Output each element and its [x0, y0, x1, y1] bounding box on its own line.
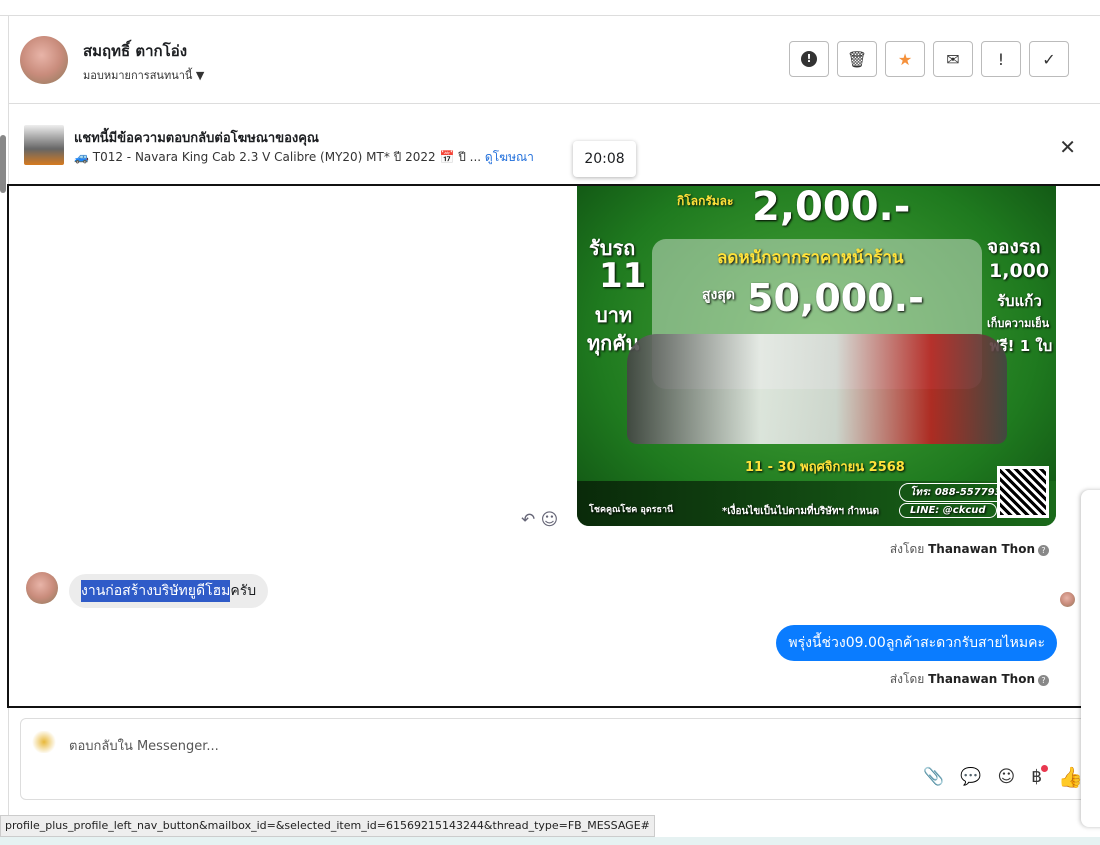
status-bar-url: profile_plus_profile_left_nav_button&mai…: [0, 815, 655, 837]
alert-circle-icon: !: [801, 51, 817, 67]
envelope-icon: ✉: [946, 49, 960, 69]
help-icon[interactable]: ?: [1038, 545, 1049, 556]
contact-avatar: [26, 572, 58, 604]
incoming-message: งานก่อสร้างบริษัทยูดีโฮม ครับ: [69, 574, 269, 608]
reply-composer[interactable]: ตอบกลับใน Messenger... 📎 💬 ☺ ฿ 👍: [20, 718, 1100, 800]
ad-text: รับแก้ว: [997, 292, 1042, 310]
ad-text: สูงสุด: [702, 287, 736, 303]
star-icon: ★: [897, 49, 913, 69]
ad-text: เก็บความเย็น: [987, 317, 1050, 330]
outgoing-message: พรุ่งนี้ช่วง09.00ลูกค้าสะดวกรับสายไหมคะ: [776, 625, 1057, 661]
side-panel: [1081, 490, 1100, 827]
ad-banner-title: แชทนี้มีข้อความตอบกลับต่อโฆษณาของคุณ: [74, 131, 319, 146]
close-icon[interactable]: ✕: [1059, 135, 1076, 159]
reply-icon[interactable]: ↶: [521, 510, 535, 530]
sent-by-label: ส่งโดย Thanawan Thon?: [890, 540, 1049, 559]
saved-replies-icon[interactable]: 💬: [960, 767, 981, 787]
help-icon[interactable]: ?: [1038, 675, 1049, 686]
qr-code: [997, 466, 1049, 518]
contact-name[interactable]: สมฤทธิ์ ตากโอ่ง: [83, 39, 187, 63]
exclamation-icon: !: [997, 49, 1005, 69]
ad-text: LINE: @ckcud: [899, 503, 997, 518]
message-thread: กิโลกรัมละ 2,000.- รับรถ 11 บาท ทุกคัน ล…: [7, 184, 1100, 708]
ad-text: จองรถ: [987, 236, 1041, 258]
thumbs-up-icon[interactable]: 👍: [1058, 765, 1083, 789]
view-ad-link[interactable]: ดูโฆษณา: [485, 150, 534, 164]
ad-text: *เงื่อนไขเป็นไปตามที่บริษัทฯ กำหนด: [722, 506, 880, 517]
ad-text: 2,000.-: [752, 184, 911, 230]
sent-by-label: ส่งโดย Thanawan Thon?: [890, 670, 1049, 689]
assign-label: มอบหมายการสนทนานี้: [83, 69, 193, 82]
emoji-icon[interactable]: ☺: [998, 767, 1016, 787]
scrollbar-thumb[interactable]: [0, 135, 6, 193]
ad-image-message[interactable]: กิโลกรัมละ 2,000.- รับรถ 11 บาท ทุกคัน ล…: [577, 184, 1056, 526]
ad-text: ลดหนักจากราคาหน้าร้าน: [717, 248, 904, 268]
emoji-react-icon[interactable]: ☺: [541, 510, 559, 530]
bottom-strip: [0, 837, 1100, 845]
ad-subtitle-text: 🚙 T012 - Navara King Cab 2.3 V Calibre (…: [74, 150, 482, 164]
ad-text: โชคคูณโชค อุดรธานี: [589, 505, 674, 515]
message-text: ครับ: [230, 583, 257, 599]
ad-text: 11: [599, 256, 647, 296]
ad-banner-subtitle: 🚙 T012 - Navara King Cab 2.3 V Calibre (…: [74, 148, 534, 167]
sent-by-prefix: ส่งโดย: [889, 542, 925, 556]
sent-by-prefix: ส่งโดย: [889, 672, 925, 686]
caret-down-icon: ▼: [195, 69, 205, 82]
reply-input[interactable]: ตอบกลับใน Messenger...: [69, 735, 219, 756]
sender-name: Thanawan Thon: [928, 542, 1035, 556]
assign-dropdown[interactable]: มอบหมายการสนทนานี้ ▼: [83, 66, 204, 84]
read-receipt-avatar: [1060, 592, 1075, 607]
sender-name: Thanawan Thon: [928, 672, 1035, 686]
ad-text: 50,000.-: [747, 276, 924, 320]
delete-button[interactable]: 🗑: [837, 41, 877, 77]
ad-text: 1,000: [989, 260, 1050, 282]
ad-reply-banner: แชทนี้มีข้อความตอบกลับต่อโฆษณาของคุณ 🚙 T…: [9, 105, 1100, 183]
cars-photo: [627, 334, 1007, 444]
page-logo: [31, 731, 57, 753]
spam-button[interactable]: !: [789, 41, 829, 77]
ad-thumbnail: [24, 125, 64, 165]
ad-text: 11 - 30 พฤศจิกายน 2568: [745, 460, 905, 475]
follow-up-button[interactable]: !: [981, 41, 1021, 77]
star-button[interactable]: ★: [885, 41, 925, 77]
selected-text: งานก่อสร้างบริษัทยูดีโฮม: [81, 580, 231, 602]
timestamp-tooltip: 20:08: [573, 141, 636, 177]
notification-dot: [1041, 765, 1049, 772]
conversation-header: สมฤทธิ์ ตากโอ่ง มอบหมายการสนทนานี้ ▼ ! 🗑…: [9, 16, 1100, 104]
check-icon: ✓: [1042, 49, 1056, 69]
attachment-icon[interactable]: 📎: [923, 767, 944, 787]
mark-unread-button[interactable]: ✉: [933, 41, 973, 77]
mark-done-button[interactable]: ✓: [1029, 41, 1069, 77]
ad-text: กิโลกรัมละ: [677, 194, 734, 208]
contact-avatar[interactable]: [20, 36, 68, 84]
payment-button[interactable]: ฿: [1031, 765, 1049, 787]
message-actions: ↶ ☺: [521, 510, 558, 530]
trash-icon: 🗑: [846, 49, 868, 69]
